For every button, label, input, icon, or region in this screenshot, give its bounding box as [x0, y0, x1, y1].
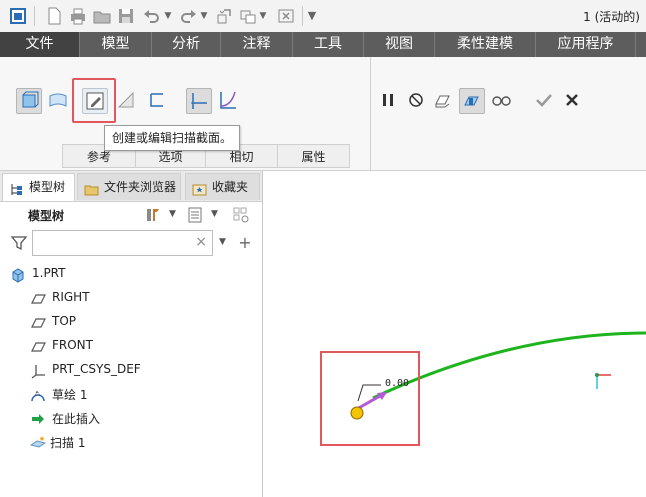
tree-search-box: × [32, 230, 213, 256]
tree-node-label: TOP [52, 314, 77, 328]
pause-icon[interactable] [376, 88, 402, 114]
tree-settings-icon[interactable] [144, 206, 162, 224]
tab-applications[interactable]: 应用程序 [536, 32, 636, 57]
tree-node-label: 在此插入 [52, 412, 101, 426]
ok-icon[interactable] [532, 88, 558, 114]
tree-node-sketch[interactable]: 草绘 1 [10, 384, 250, 406]
filter-icon[interactable] [10, 234, 28, 252]
sketch-icon [30, 387, 46, 403]
close-window-icon[interactable] [276, 6, 296, 26]
tab-annotate[interactable]: 注释 [221, 32, 293, 57]
quick-access-toolbar: ▼ ▼ ▼ ▼ 1 (活动的) [0, 0, 646, 33]
toolbar-separator [302, 6, 303, 26]
start-point-highlight [320, 351, 420, 446]
tree-node-top[interactable]: TOP [10, 312, 250, 334]
tree-search-input[interactable] [35, 233, 197, 255]
remove-material-icon[interactable] [114, 88, 140, 114]
clear-icon[interactable]: × [195, 234, 207, 250]
tab-label: 收藏夹 [212, 180, 249, 194]
tree-node-label: RIGHT [52, 290, 90, 304]
tree-node-label: 草绘 1 [52, 388, 88, 402]
window-icon[interactable] [8, 6, 28, 26]
tree-node-right[interactable]: RIGHT [10, 288, 250, 310]
tree-columns-dropdown-icon[interactable]: ▼ [211, 209, 218, 219]
ribbon-tabs: 文件 模型 分析 注释 工具 视图 柔性建模 应用程序 [0, 32, 646, 57]
glasses-icon[interactable] [489, 88, 515, 114]
tree-node-insert-here[interactable]: 在此插入 [10, 408, 250, 430]
tree-node-label: FRONT [52, 338, 93, 352]
surface-sweep-icon[interactable] [46, 88, 72, 114]
folder-icon [84, 180, 99, 196]
sketch-button-highlight [72, 78, 116, 123]
tab-label: 文件夹浏览器 [104, 180, 177, 194]
preview-icon[interactable] [431, 88, 457, 114]
add-icon[interactable]: + [236, 234, 254, 252]
navigator-panel: 模型树 文件夹浏览器 收藏夹 模型树 ▼ ▼ × ▼ + 1.PRT RIGHT… [0, 171, 263, 497]
tree-settings-dropdown-icon[interactable]: ▼ [169, 209, 176, 219]
search-options-dropdown-icon[interactable]: ▼ [219, 237, 226, 247]
insert-here-icon [30, 411, 46, 427]
tab-file[interactable]: 文件 [0, 32, 80, 57]
tree-node-label: PRT_CSYS_DEF [52, 362, 141, 376]
tab-model-tree[interactable]: 模型树 [2, 173, 75, 201]
tab-properties[interactable]: 属性 [277, 144, 350, 168]
verify-icon[interactable] [459, 88, 485, 114]
tree-node-csys[interactable]: PRT_CSYS_DEF [10, 360, 250, 382]
tab-model[interactable]: 模型 [80, 32, 152, 57]
redo-icon[interactable] [178, 6, 198, 26]
tab-analysis[interactable]: 分析 [152, 32, 221, 57]
tab-tools[interactable]: 工具 [293, 32, 364, 57]
no-preview-icon[interactable] [404, 88, 430, 114]
thicken-icon[interactable] [145, 88, 171, 114]
toolbar-separator [34, 6, 35, 26]
tree-node-part[interactable]: 1.PRT [10, 264, 250, 286]
datum-plane-icon [30, 315, 46, 331]
variable-section-icon[interactable] [216, 88, 242, 114]
redo-dropdown-icon[interactable]: ▼ [199, 8, 209, 24]
switch-window-icon[interactable] [238, 6, 258, 26]
tree-filter-columns-icon[interactable] [186, 206, 204, 224]
navigator-tabs: 模型树 文件夹浏览器 收藏夹 [0, 171, 262, 202]
model-tree-header: 模型树 [28, 209, 65, 223]
part-icon [10, 267, 26, 283]
tooltip: 创建或编辑扫描截面。 [104, 125, 241, 151]
solid-sweep-icon[interactable] [16, 88, 42, 114]
tree-node-label: 1.PRT [32, 266, 66, 280]
graphics-window[interactable]: 0.00 [263, 171, 646, 497]
undo-icon[interactable] [142, 6, 162, 26]
tree-node-label: 扫描 1 [50, 436, 86, 450]
print-icon[interactable] [68, 6, 88, 26]
tab-folder-browser[interactable]: 文件夹浏览器 [77, 173, 181, 200]
regenerate-icon[interactable] [214, 6, 234, 26]
sweep-feature-icon [29, 435, 47, 451]
new-icon[interactable] [44, 6, 64, 26]
constant-section-icon[interactable] [186, 88, 212, 114]
csys-origin [595, 373, 599, 377]
switch-window-dropdown-icon[interactable]: ▼ [258, 8, 268, 24]
tree-node-sweep[interactable]: 扫描 1 [10, 432, 250, 454]
undo-dropdown-icon[interactable]: ▼ [163, 8, 173, 24]
save-icon[interactable] [116, 6, 136, 26]
tree-node-front[interactable]: FRONT [10, 336, 250, 358]
cancel-icon[interactable] [560, 88, 586, 114]
csys-icon [30, 363, 46, 379]
tab-favorites[interactable]: 收藏夹 [185, 173, 260, 200]
model-tree-icon [9, 180, 24, 195]
window-title: 1 (活动的) [583, 10, 640, 24]
open-icon[interactable] [92, 6, 112, 26]
ribbon-divider [370, 57, 371, 170]
tab-view[interactable]: 视图 [364, 32, 435, 57]
customize-icon[interactable]: ▼ [307, 8, 317, 24]
tab-flexible-modeling[interactable]: 柔性建模 [435, 32, 536, 57]
tab-label: 模型树 [29, 180, 66, 194]
datum-plane-icon [30, 339, 46, 355]
grid-select-icon[interactable] [232, 206, 250, 224]
datum-plane-icon [30, 291, 46, 307]
favorites-icon [192, 180, 207, 196]
graphics-canvas [350, 331, 646, 420]
